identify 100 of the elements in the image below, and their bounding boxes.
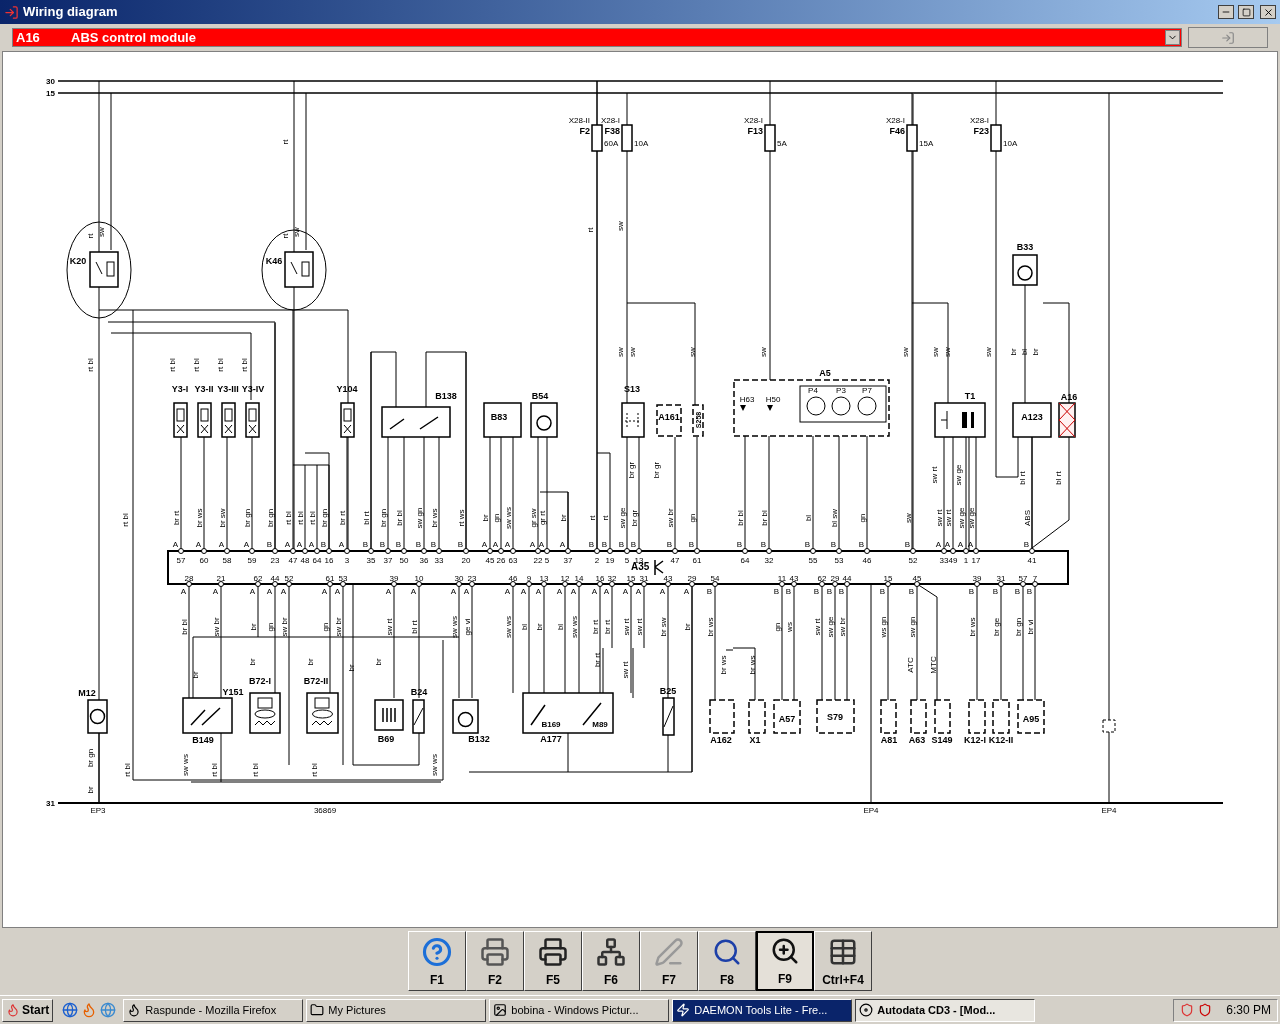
minimize-button[interactable] — [1218, 5, 1234, 19]
toolbar-button[interactable]: F9 — [756, 931, 814, 991]
pin-contact: A — [504, 540, 510, 549]
wire-color-label: bl — [520, 623, 529, 631]
pin-number: 23 — [270, 556, 280, 565]
pin-contact: B — [968, 587, 974, 596]
wire-color-label: br ws — [430, 508, 439, 528]
taskbar-button[interactable]: My Pictures — [306, 998, 487, 1022]
wire-color-label: br rt — [603, 619, 612, 635]
wire-color-label: rt — [586, 227, 595, 233]
start-button[interactable]: Start — [2, 998, 54, 1022]
toolbar-button[interactable]: F7 — [640, 931, 698, 991]
component-label: B69 — [377, 734, 395, 744]
wire-color-label: sw br — [838, 617, 847, 637]
pin-number: 33 — [434, 556, 444, 565]
taskbar-button[interactable]: bobina - Windows Pictur... — [489, 998, 670, 1022]
wire-color-label: br ws — [719, 655, 728, 675]
fuse-rating: 10A — [1003, 139, 1018, 148]
component-label: Y151 — [222, 687, 244, 697]
component-label: B72-I — [249, 676, 271, 686]
tray-shield-icon[interactable] — [1180, 1003, 1195, 1017]
pin-contact: A — [280, 587, 286, 596]
pin-number: 10 — [414, 574, 424, 583]
go-to-button[interactable] — [1188, 27, 1268, 48]
pin-contact: B — [813, 587, 819, 596]
pin-contact: A — [504, 587, 510, 596]
component-label: B72-II — [303, 676, 329, 686]
pin-number: 14 — [574, 574, 584, 583]
pin-number: 1 — [963, 556, 969, 565]
toolbar-button[interactable]: F6 — [582, 931, 640, 991]
fuse-symbol — [990, 124, 1002, 152]
pin-number: 63 — [508, 556, 518, 565]
component-sub-label: P3 — [836, 386, 846, 395]
pin-contact: A — [212, 587, 218, 596]
pin-number: 53 — [834, 556, 844, 565]
wire-color-label: sw — [616, 221, 625, 231]
wire-color-label: gr rt — [538, 510, 547, 526]
component-label: A123 — [1021, 412, 1043, 422]
wire-color-label: br ws — [195, 508, 204, 528]
component-label: A81 — [880, 735, 898, 745]
pin-contact: A — [284, 540, 290, 549]
pin-contact: B — [379, 540, 385, 549]
wire-color-label: rt ws — [457, 509, 466, 527]
pen-icon — [654, 937, 684, 967]
pin-contact: A — [321, 587, 327, 596]
pin-number: 61 — [692, 556, 702, 565]
wire-color-label: sw — [292, 227, 301, 237]
wire-color-label: br bl — [395, 510, 404, 526]
wire-color-label: br rt — [172, 510, 181, 526]
component-label: B25 — [659, 686, 677, 696]
pin-number: 49 — [948, 556, 958, 565]
wire-color-label: sw ge — [618, 507, 627, 529]
component-drawing — [1012, 254, 1038, 286]
pin-contact: B — [879, 587, 885, 596]
pin-contact: A — [180, 587, 186, 596]
pin-contact: A — [529, 540, 535, 549]
component-label: Y3-IV — [241, 384, 265, 394]
pin-number: 62 — [253, 574, 263, 583]
pin-contact: B — [362, 540, 368, 549]
pin-contact: B — [601, 540, 607, 549]
taskbar-button[interactable]: Raspunde - Mozilla Firefox — [123, 998, 304, 1022]
component-drawing — [284, 251, 314, 288]
wire-color-label: br bl — [736, 510, 745, 526]
module-dropdown[interactable]: A16 ABS control module — [12, 28, 1183, 47]
pin-number: 7 — [1032, 574, 1038, 583]
fuse-symbol — [764, 124, 776, 152]
pin-number: 46 — [862, 556, 872, 565]
component-sub-label: B169 — [541, 720, 561, 729]
pin-contact: A — [591, 587, 597, 596]
pin-number: 35 — [366, 556, 376, 565]
pin-number: 20 — [461, 556, 471, 565]
wire-color-label: br gr — [630, 509, 639, 527]
wire-color-label: br sw — [659, 617, 668, 637]
close-button[interactable] — [1260, 5, 1276, 19]
pin-number: 32 — [764, 556, 774, 565]
pin-number: 43 — [789, 574, 799, 583]
taskbar-button[interactable]: DAEMON Tools Lite - Fre... — [672, 998, 853, 1022]
toolbar-button[interactable]: F8 — [698, 931, 756, 991]
fuse-label: F23 — [973, 126, 989, 136]
toolbar-button[interactable]: F2 — [466, 931, 524, 991]
pin-contact: A — [296, 540, 302, 549]
app-icon — [4, 4, 19, 20]
pin-contact: A — [944, 540, 950, 549]
toolbar-button[interactable]: Ctrl+F4 — [814, 931, 872, 991]
browser-icon[interactable] — [100, 1002, 117, 1018]
pin-number: 5 — [544, 556, 550, 565]
wire-color-label: br gn — [320, 508, 329, 528]
wire-color-label: sw rt — [935, 509, 944, 527]
maximize-button[interactable] — [1238, 5, 1254, 19]
tray-shield-icon[interactable] — [1198, 1003, 1213, 1017]
component-label: A161 — [658, 412, 680, 422]
fuse-holder-label: X28-I — [885, 116, 905, 125]
toolbar-button[interactable]: F1 — [408, 931, 466, 991]
wire-color-label: br gn — [266, 508, 275, 528]
pin-contact: B — [395, 540, 401, 549]
toolbar-button[interactable]: F5 — [524, 931, 582, 991]
wire-color-label: rt bl — [123, 763, 132, 777]
browser-icon[interactable] — [62, 1002, 79, 1018]
component-label: S79 — [827, 712, 843, 722]
taskbar-button[interactable]: Autodata CD3 - [Mod... — [855, 998, 1036, 1022]
